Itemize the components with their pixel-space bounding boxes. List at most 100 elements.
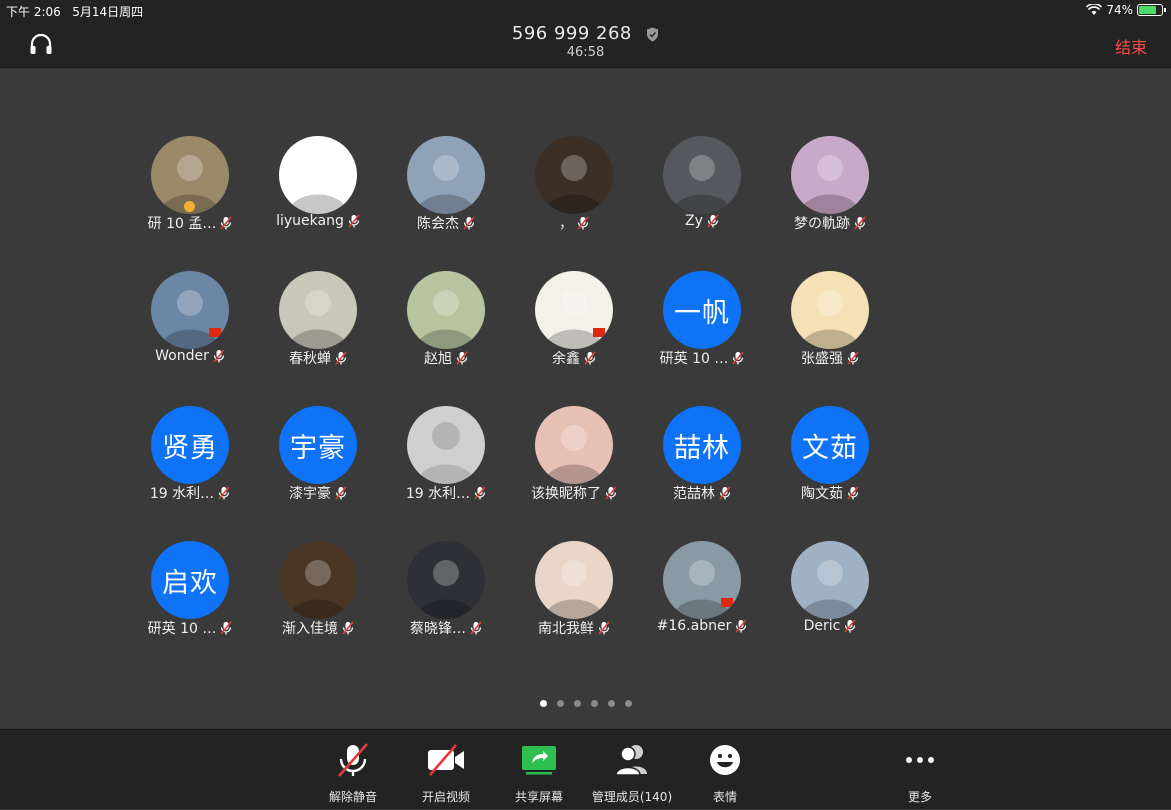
mic-muted-icon bbox=[847, 351, 859, 365]
avatar bbox=[535, 406, 613, 484]
participants-icon bbox=[615, 745, 647, 776]
avatar bbox=[663, 541, 741, 619]
page-indicator[interactable] bbox=[0, 700, 1171, 707]
mic-muted-icon bbox=[605, 486, 617, 500]
participant-name: Deric bbox=[803, 618, 841, 634]
flag-badge-icon bbox=[209, 328, 221, 337]
meeting-id-row[interactable]: 596 999 268 bbox=[0, 23, 1171, 44]
meeting-id: 596 999 268 bbox=[511, 23, 632, 44]
meeting-duration: 46:58 bbox=[566, 45, 605, 60]
status-bar: 下午 2:06 5月14日周四 74% bbox=[0, 0, 1171, 22]
wifi-icon bbox=[1086, 4, 1103, 15]
mic-muted-icon bbox=[735, 619, 747, 633]
page-dot[interactable] bbox=[590, 700, 598, 707]
mic-muted-icon bbox=[470, 621, 482, 635]
participant-name: 赵旭 bbox=[424, 351, 452, 367]
avatar-initials: 启欢 bbox=[151, 541, 229, 619]
avatar-initials: 贤勇 bbox=[151, 406, 229, 484]
participant-name: 梦の軌跡 bbox=[794, 216, 850, 232]
reactions-button[interactable]: 表情 bbox=[670, 730, 780, 810]
more-label: 更多 bbox=[907, 790, 932, 804]
avatar bbox=[407, 406, 485, 484]
mic-muted-icon bbox=[335, 486, 347, 500]
page-dot[interactable] bbox=[556, 700, 564, 707]
avatar bbox=[407, 541, 485, 619]
participant-name: 陶文茹 bbox=[801, 486, 843, 502]
avatar bbox=[791, 136, 869, 214]
mic-muted-icon bbox=[732, 351, 744, 365]
mic-muted-icon bbox=[218, 486, 230, 500]
status-time-date: 下午 2:06 5月14日周四 bbox=[6, 3, 143, 20]
share-screen-icon bbox=[522, 746, 556, 775]
avatar bbox=[279, 271, 357, 349]
emoji-icon bbox=[710, 745, 740, 775]
mic-muted-icon bbox=[463, 216, 475, 230]
end-meeting-button[interactable]: 结束 bbox=[1115, 34, 1147, 58]
mic-muted-icon bbox=[342, 621, 354, 635]
status-date: 5月14日周四 bbox=[72, 5, 144, 19]
mic-muted-icon bbox=[213, 349, 225, 363]
participant-name: Zy bbox=[685, 213, 703, 229]
page-dot[interactable] bbox=[539, 700, 547, 707]
avatar bbox=[791, 541, 869, 619]
participant-name: 该换昵称了 bbox=[531, 486, 601, 502]
avatar-initials: 一帆 bbox=[663, 271, 741, 349]
participant-name-row: 梦の軌跡 bbox=[755, 213, 905, 233]
avatar bbox=[663, 136, 741, 214]
avatar bbox=[279, 541, 357, 619]
participant-name: #16.abner bbox=[656, 618, 732, 634]
mic-muted-icon bbox=[577, 216, 589, 230]
avatar bbox=[151, 136, 229, 214]
mic-muted-icon bbox=[719, 486, 731, 500]
participant-name: 渐入佳境 bbox=[282, 621, 338, 637]
battery-percent: 74% bbox=[1106, 3, 1133, 17]
participant-grid: 研 10 孟… liyuekang 陈会杰 ， Zy 梦の軌跡 Wonder 春秋蝉 赵旭 余鑫 一… bbox=[0, 68, 1171, 728]
mic-muted-icon bbox=[707, 214, 719, 228]
participant-name: liyuekang bbox=[276, 213, 344, 229]
mic-muted-icon bbox=[220, 216, 232, 230]
participant-name: ， bbox=[559, 216, 573, 232]
mic-muted-icon bbox=[456, 351, 468, 365]
participant-name: 研英 10 … bbox=[659, 351, 729, 367]
participant-name: 19 水利… bbox=[149, 486, 215, 502]
battery-icon bbox=[1137, 4, 1166, 16]
mic-muted-icon bbox=[847, 486, 859, 500]
participant-name: 春秋蝉 bbox=[289, 351, 331, 367]
participant-name: 南北我鲜 bbox=[538, 621, 594, 637]
avatar bbox=[535, 136, 613, 214]
participant-name-row: 张盛强 bbox=[755, 348, 905, 368]
participant-name: 研英 10 … bbox=[147, 621, 217, 637]
status-time: 下午 2:06 bbox=[6, 5, 61, 19]
participant-name-row: 陶文茹 bbox=[755, 483, 905, 503]
participant-name: 范喆林 bbox=[673, 486, 715, 502]
page-dot[interactable] bbox=[573, 700, 581, 707]
participant-name: 余鑫 bbox=[552, 351, 580, 367]
page-dot[interactable] bbox=[607, 700, 615, 707]
participant-name: 张盛强 bbox=[801, 351, 843, 367]
mic-muted-icon bbox=[220, 621, 232, 635]
mic-muted-icon bbox=[338, 743, 368, 777]
mic-muted-icon bbox=[335, 351, 347, 365]
more-icon bbox=[906, 757, 934, 763]
mic-muted-icon bbox=[598, 621, 610, 635]
reactions-label: 表情 bbox=[712, 790, 737, 804]
video-off-icon bbox=[428, 744, 464, 776]
participant-name: 19 水利… bbox=[405, 486, 471, 502]
meeting-toolbar: 解除静音 开启视频 共享屏幕 管理成员(140) 表情 更多 bbox=[0, 729, 1171, 809]
mic-muted-icon bbox=[844, 619, 856, 633]
page-dot[interactable] bbox=[624, 700, 632, 707]
participant-name: Wonder bbox=[155, 348, 209, 364]
avatar bbox=[407, 136, 485, 214]
flag-badge-icon bbox=[721, 598, 733, 607]
avatar bbox=[279, 136, 357, 214]
avatar-initials: 宇豪 bbox=[279, 406, 357, 484]
avatar bbox=[407, 271, 485, 349]
avatar bbox=[535, 541, 613, 619]
flag-badge-icon bbox=[593, 328, 605, 337]
more-button[interactable]: 更多 bbox=[865, 730, 975, 810]
meeting-header: 596 999 268 46:58 结束 bbox=[0, 22, 1171, 68]
shield-icon bbox=[647, 27, 659, 41]
participant-name: 蔡晓锋… bbox=[410, 621, 466, 637]
status-right: 74% bbox=[1086, 3, 1166, 17]
avatar-initials: 喆林 bbox=[663, 406, 741, 484]
